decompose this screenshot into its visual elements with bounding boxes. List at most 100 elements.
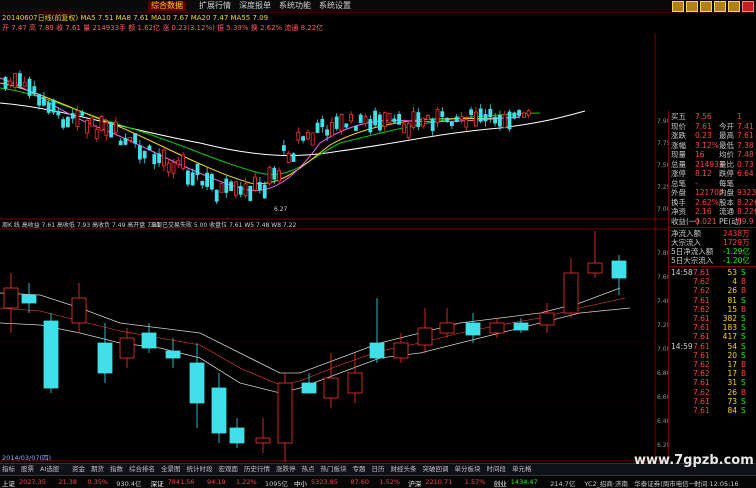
status-item: 87.60 — [350, 478, 369, 486]
tab-2[interactable]: AI选股 — [40, 465, 59, 474]
tick-row: 7.61 73 S — [693, 396, 746, 406]
weekly-candle — [21, 283, 37, 313]
status-item: 94.19 — [207, 478, 226, 486]
menu-item-4[interactable]: 系统设置 — [316, 1, 354, 11]
daily-candle — [502, 110, 507, 129]
tick-row: 7.61 417 S — [693, 332, 746, 342]
tab-20[interactable]: 单元格 — [512, 465, 532, 474]
weekly-candle — [323, 353, 339, 408]
weekly-candle — [301, 373, 317, 394]
daily-candle — [32, 80, 37, 97]
tick-row: 7.62 26 B — [693, 387, 747, 397]
daily-candle — [152, 151, 157, 170]
flow-row: 大宗流入 1729万 — [671, 238, 750, 247]
daily-candle — [512, 111, 517, 120]
weekly-candle — [255, 418, 271, 453]
weekly-candle — [347, 353, 363, 403]
tab-18[interactable]: 单分板块 — [455, 465, 481, 474]
daily-candle — [70, 108, 75, 124]
tab-14[interactable]: 专题 — [353, 465, 366, 474]
flow-row: 5日净流入额 -1.29亿 — [671, 247, 750, 256]
daily-candle — [80, 109, 85, 117]
daily-candle — [344, 123, 349, 130]
tab-8[interactable]: 统计时段 — [187, 465, 213, 474]
daily-candle — [157, 148, 162, 167]
daily-candle — [176, 156, 181, 169]
daily-candle — [435, 106, 440, 128]
tab-6[interactable]: 综合排名 — [129, 465, 155, 474]
daily-candle — [209, 172, 214, 192]
daily-candle — [166, 159, 171, 177]
tool-icon[interactable] — [700, 1, 712, 12]
tab-5[interactable]: 指数 — [110, 465, 123, 474]
tab-0[interactable]: 指标 — [2, 465, 15, 474]
daily-candle — [147, 144, 152, 151]
tab-7[interactable]: 全景图 — [161, 465, 181, 474]
axis-tick: 7.20 — [657, 322, 668, 329]
axis-tick: 7.00 — [657, 206, 668, 213]
tab-4[interactable]: 期货 — [91, 465, 104, 474]
maximize-icon[interactable] — [728, 1, 740, 12]
tab-11[interactable]: 涨跌停 — [276, 465, 296, 474]
axis-tick: 7.25 — [657, 184, 668, 191]
menu-item-1[interactable]: 扩展行情 — [196, 1, 234, 11]
daily-candle — [253, 171, 258, 192]
menu-icon[interactable] — [672, 1, 684, 12]
daily-candle — [440, 107, 445, 122]
daily-candle — [257, 176, 262, 194]
daily-candle — [315, 119, 320, 134]
daily-candle — [392, 114, 397, 124]
daily-candle — [377, 111, 382, 133]
tab-12[interactable]: 热点 — [302, 465, 315, 474]
tab-16[interactable]: 财经头条 — [391, 465, 417, 474]
daily-candle — [137, 140, 142, 164]
daily-candle — [114, 116, 118, 134]
status-item: 1.22% — [236, 478, 257, 486]
daily-candle — [373, 107, 378, 128]
menu-item-0[interactable]: 综合数据 — [148, 1, 186, 11]
weekly-candle — [369, 298, 385, 363]
watermark: www.7gpzb.com — [634, 453, 754, 468]
status-item: 2027.35 — [19, 478, 46, 486]
help-icon[interactable] — [686, 1, 698, 12]
daily-candle — [90, 115, 94, 127]
tick-row: 7.61 20 S — [693, 350, 746, 360]
daily-candle — [522, 111, 526, 118]
tab-15[interactable]: 日历 — [372, 465, 385, 474]
tick-row: 7.61 81 S — [693, 295, 746, 305]
kline-chart[interactable]: 6.27 周K 线 高收益 7.61 高收低 7.93 高收负 7.49 高开盘… — [0, 33, 668, 462]
status-item: 0.35% — [87, 478, 109, 486]
daily-candle — [310, 132, 315, 146]
minimize-icon[interactable] — [714, 1, 726, 12]
tab-10[interactable]: 历史行情 — [244, 465, 270, 474]
tab-9[interactable]: 宏观面 — [219, 465, 239, 474]
axis-tick: 6.20 — [657, 442, 668, 449]
tab-13[interactable]: 热门板块 — [321, 465, 347, 474]
daily-candle — [27, 76, 32, 99]
daily-candle — [233, 181, 238, 199]
quote-panel: 买五 7.56 1 现价 7.61 今开 7.41 涨跌 0.23 最高 7.61 涨幅 3.12%最低… — [668, 110, 756, 458]
daily-candle — [8, 77, 13, 88]
quote-row: 涨停 8.12 跌停 6.64 — [671, 169, 754, 178]
daily-candle — [238, 182, 243, 198]
status-item: 5323.85 — [311, 478, 338, 486]
tab-3[interactable]: 资金 — [72, 465, 85, 474]
daily-candle — [123, 133, 128, 146]
weekly-candle — [229, 418, 245, 448]
daily-candle — [190, 168, 195, 187]
daily-candle — [51, 98, 56, 115]
menu-item-3[interactable]: 系统功能 — [276, 1, 314, 11]
tab-19[interactable]: 时间段 — [487, 465, 507, 474]
close-icon[interactable] — [742, 1, 754, 12]
quote-row: 买五 7.56 1 — [671, 112, 742, 121]
tab-1[interactable]: 股票 — [21, 465, 34, 474]
menu-item-2[interactable]: 深度报单 — [236, 1, 274, 11]
tab-17[interactable]: 突破回调 — [423, 465, 449, 474]
window-buttons — [670, 1, 754, 15]
axis-tick: 7.80 — [657, 250, 668, 257]
daily-candle — [507, 109, 512, 132]
daily-candle — [118, 138, 123, 146]
sub-indicator-label: 周K 线 高收益 7.61 高收低 7.93 高收负 7.49 高开盘 7.81 — [2, 221, 161, 229]
daily-candle — [526, 108, 531, 119]
daily-candle — [99, 114, 104, 131]
